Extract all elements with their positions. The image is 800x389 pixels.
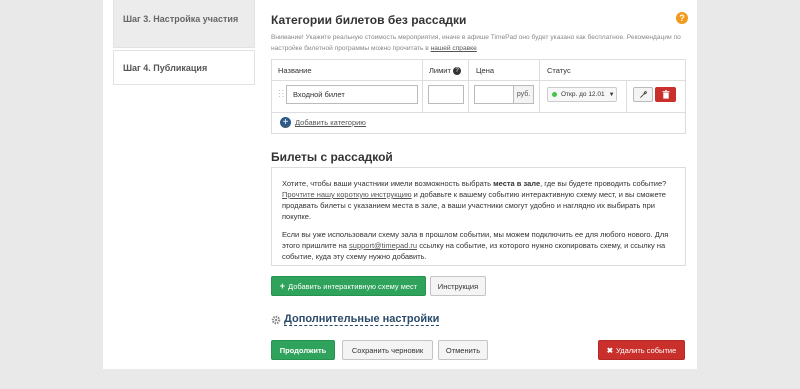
column-header-limit: Лимит ? xyxy=(429,66,461,76)
instruction-link[interactable]: Прочтите нашу короткую инструкцию xyxy=(282,190,412,199)
categories-table: Название Лимит ? Цена Статус ·· ·· ·· Вход… xyxy=(271,59,686,134)
page-card: Шаг 3. Настройка участия Шаг 4. Публикац… xyxy=(103,0,697,369)
delete-event-button[interactable]: ✖ Удалить событие xyxy=(598,340,685,360)
seating-paragraph-2: Если вы уже использовали схему зала в пр… xyxy=(282,230,669,261)
continue-button[interactable]: Продолжить xyxy=(271,340,335,360)
sidebar-step-3[interactable]: Шаг 3. Настройка участия xyxy=(113,0,255,48)
save-draft-button[interactable]: Сохранить черновик xyxy=(342,340,433,360)
sidebar-step-label: Шаг 3. Настройка участия xyxy=(123,14,239,24)
seating-info-box: Хотите, чтобы ваши участники имели возмо… xyxy=(271,167,686,266)
column-header-status: Статус xyxy=(547,66,571,75)
column-header-price: Цена xyxy=(476,66,495,75)
plus-icon: + xyxy=(279,281,286,291)
add-category-link[interactable]: + Добавить категорию xyxy=(280,117,366,128)
sidebar-step-4[interactable]: Шаг 4. Публикация xyxy=(113,50,255,85)
status-dot-icon xyxy=(552,92,557,97)
plus-circle-icon: + xyxy=(280,117,291,128)
help-icon[interactable]: ? xyxy=(676,12,688,24)
support-email-link[interactable]: support@timepad.ru xyxy=(349,241,417,250)
category-name-input[interactable]: Входной билет xyxy=(286,85,418,104)
status-value: Откр. до 12.01 xyxy=(561,91,605,98)
gear-icon xyxy=(271,315,281,324)
trash-icon xyxy=(662,90,669,99)
close-icon: ✖ xyxy=(606,345,614,355)
add-seating-scheme-button[interactable]: + Добавить интерактивную схему мест xyxy=(271,276,426,296)
currency-label: руб. xyxy=(514,85,534,104)
steps-sidebar: Шаг 3. Настройка участия Шаг 4. Публикац… xyxy=(113,0,255,85)
wrench-icon xyxy=(639,90,647,98)
column-header-name: Название xyxy=(278,66,312,75)
seating-title: Билеты с рассадкой xyxy=(271,150,393,164)
extra-settings-toggle[interactable]: Дополнительные настройки xyxy=(271,313,440,326)
notice-text: Внимание! Укажите реальную стоимость мер… xyxy=(271,34,681,52)
category-limit-input[interactable] xyxy=(428,85,464,104)
info-icon[interactable]: ? xyxy=(453,67,461,76)
category-price-input[interactable] xyxy=(474,85,514,104)
drag-handle-icon[interactable]: ·· ·· ·· xyxy=(278,87,284,101)
chevron-down-icon: ▼ xyxy=(608,91,615,98)
help-link[interactable]: нашей справке xyxy=(431,45,477,52)
instruction-button[interactable]: Инструкция xyxy=(430,276,486,296)
categories-title: Категории билетов без рассадки xyxy=(271,13,467,27)
seating-paragraph-1: Хотите, чтобы ваши участники имели возмо… xyxy=(282,179,667,221)
sidebar-step-label: Шаг 4. Публикация xyxy=(123,62,208,73)
settings-button[interactable] xyxy=(633,87,653,102)
status-select[interactable]: Откр. до 12.01 ▼ xyxy=(547,87,617,102)
delete-category-button[interactable] xyxy=(655,87,676,102)
cancel-button[interactable]: Отменить xyxy=(438,340,488,360)
